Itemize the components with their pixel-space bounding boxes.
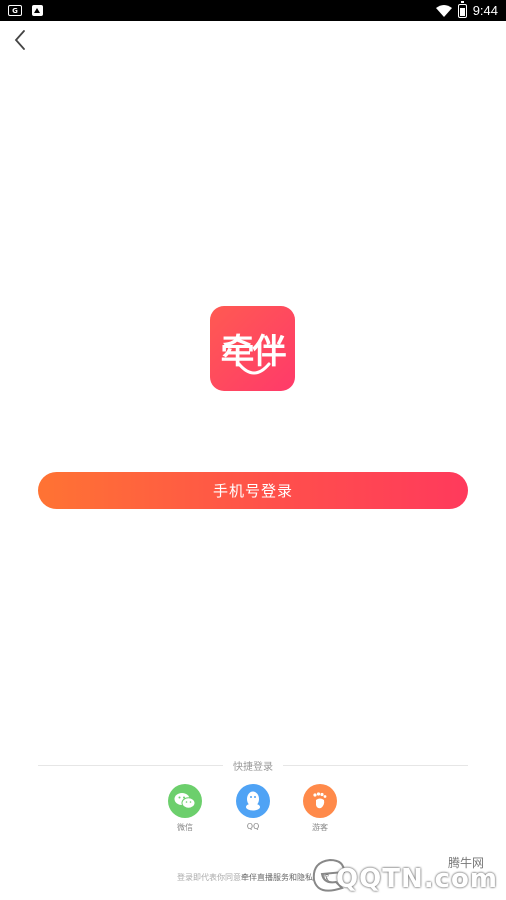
back-button[interactable] [10,28,30,52]
app-logo: 牵伴 [210,306,295,391]
divider-line-left [38,764,223,766]
watermark-brand: QQTN.com [336,864,498,894]
notification-app-icon [32,5,43,16]
qq-login-button[interactable]: QQ [223,784,283,831]
guest-label: 游客 [312,823,328,832]
divider-line-right [283,764,468,766]
wechat-label: 微信 [177,823,193,832]
status-time: 9:44 [472,3,498,18]
chevron-left-icon [14,30,25,50]
agreement-prefix: 登录即代表你同意 [177,873,241,882]
wechat-icon [168,784,202,818]
data-saver-icon: G [8,5,22,16]
social-login-row: 微信 QQ 游客 [0,784,506,834]
guest-login-button[interactable]: 游客 [290,784,350,833]
status-bar: G 9:44 [0,0,506,21]
watermark: 腾牛网 QQTN.com [300,848,506,900]
smile-icon [237,362,271,375]
quick-login-divider: 快捷登录 [38,757,468,773]
qq-penguin-icon [236,784,270,818]
phone-login-button[interactable]: 手机号登录 [38,472,468,509]
battery-icon [457,0,467,18]
footprint-icon [303,784,337,818]
wifi-icon [435,4,452,17]
qq-label: QQ [246,822,260,831]
quick-login-title: 快捷登录 [233,761,273,773]
wechat-login-button[interactable]: 微信 [155,784,215,833]
